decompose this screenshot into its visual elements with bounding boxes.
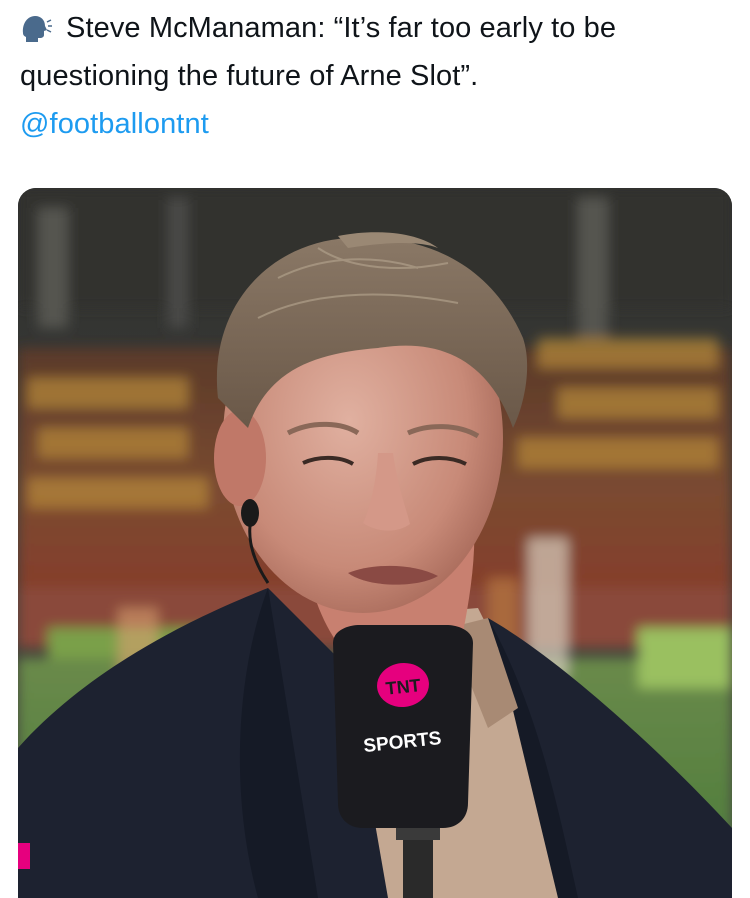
mention-link[interactable]: @footballontnt [20,108,209,140]
tweet-line-2: questioning the future of Arne Slot”. [20,60,479,92]
mic-logo-top: TNT [385,675,422,699]
pink-tag-icon [18,843,30,869]
tweet-text: Steve McManaman: “It’s far too early to … [20,4,732,148]
tweet-media-image[interactable]: TNT SPORTS [18,188,732,898]
tweet-line-1: Steve McManaman: “It’s far too early to … [66,12,617,44]
speaking-head-icon [20,10,52,42]
interview-photo: TNT SPORTS [18,188,732,898]
